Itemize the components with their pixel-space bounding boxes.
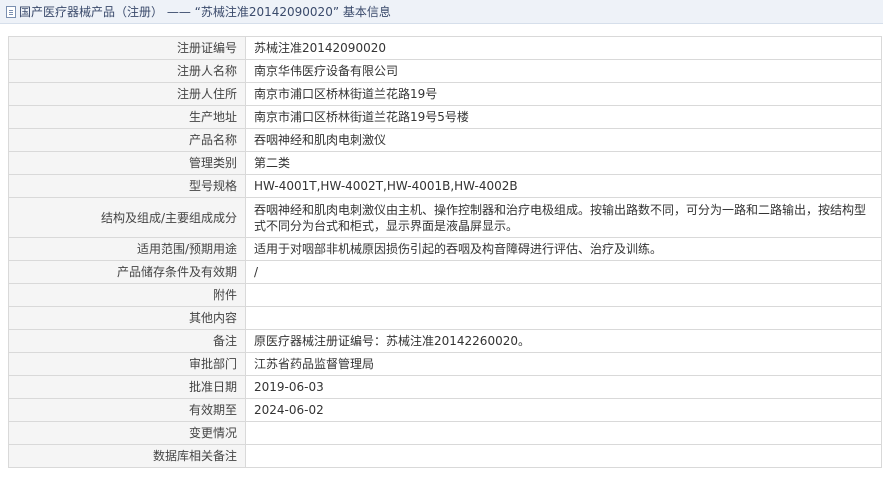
field-label: 审批部门 bbox=[8, 352, 246, 376]
field-value: 2019-06-03 bbox=[245, 375, 882, 399]
page-header: 国产医疗器械产品（注册） —— “苏械注准20142090020” 基本信息 bbox=[0, 0, 883, 24]
field-value: / bbox=[245, 260, 882, 284]
field-label: 变更情况 bbox=[8, 421, 246, 445]
field-value: 第二类 bbox=[245, 151, 882, 175]
field-label: 备注 bbox=[8, 329, 246, 353]
field-value: 苏械注准20142090020 bbox=[245, 36, 882, 60]
table-row: 注册证编号 苏械注准20142090020 bbox=[8, 36, 882, 60]
table-row: 注册人名称 南京华伟医疗设备有限公司 bbox=[8, 59, 882, 83]
field-label: 产品名称 bbox=[8, 128, 246, 152]
field-label: 注册证编号 bbox=[8, 36, 246, 60]
table-row: 生产地址 南京市浦口区桥林街道兰花路19号5号楼 bbox=[8, 105, 882, 129]
table-row: 结构及组成/主要组成成分 吞咽神经和肌肉电刺激仪由主机、操作控制器和治疗电极组成… bbox=[8, 197, 882, 238]
field-label: 结构及组成/主要组成成分 bbox=[8, 197, 246, 238]
table-row: 适用范围/预期用途 适用于对咽部非机械原因损伤引起的吞咽及构音障碍进行评估、治疗… bbox=[8, 237, 882, 261]
table-row: 审批部门 江苏省药品监督管理局 bbox=[8, 352, 882, 376]
field-value: 吞咽神经和肌肉电刺激仪 bbox=[245, 128, 882, 152]
table-row: 批准日期 2019-06-03 bbox=[8, 375, 882, 399]
table-row: 有效期至 2024-06-02 bbox=[8, 398, 882, 422]
field-label: 批准日期 bbox=[8, 375, 246, 399]
table-row: 产品名称 吞咽神经和肌肉电刺激仪 bbox=[8, 128, 882, 152]
field-label: 产品储存条件及有效期 bbox=[8, 260, 246, 284]
table-row: 备注 原医疗器械注册证编号：苏械注准20142260020。 bbox=[8, 329, 882, 353]
field-label: 有效期至 bbox=[8, 398, 246, 422]
field-value: 南京市浦口区桥林街道兰花路19号 bbox=[245, 82, 882, 106]
document-icon bbox=[6, 5, 16, 18]
field-value: 2024-06-02 bbox=[245, 398, 882, 422]
field-value: 吞咽神经和肌肉电刺激仪由主机、操作控制器和治疗电极组成。按输出路数不同，可分为一… bbox=[245, 197, 882, 238]
field-value: 南京市浦口区桥林街道兰花路19号5号楼 bbox=[245, 105, 882, 129]
table-row: 附件 bbox=[8, 283, 882, 307]
field-value bbox=[245, 306, 882, 330]
field-value bbox=[245, 283, 882, 307]
field-value bbox=[245, 444, 882, 468]
field-label: 型号规格 bbox=[8, 174, 246, 198]
field-value: 江苏省药品监督管理局 bbox=[245, 352, 882, 376]
field-label: 注册人住所 bbox=[8, 82, 246, 106]
field-label: 其他内容 bbox=[8, 306, 246, 330]
field-value: 适用于对咽部非机械原因损伤引起的吞咽及构音障碍进行评估、治疗及训练。 bbox=[245, 237, 882, 261]
field-value bbox=[245, 421, 882, 445]
table-row: 数据库相关备注 bbox=[8, 444, 882, 468]
field-label: 适用范围/预期用途 bbox=[8, 237, 246, 261]
table-row: 管理类别 第二类 bbox=[8, 151, 882, 175]
field-label: 管理类别 bbox=[8, 151, 246, 175]
field-label: 附件 bbox=[8, 283, 246, 307]
table-row: 型号规格 HW-4001T,HW-4002T,HW-4001B,HW-4002B bbox=[8, 174, 882, 198]
field-value: 原医疗器械注册证编号：苏械注准20142260020。 bbox=[245, 329, 882, 353]
table-row: 注册人住所 南京市浦口区桥林街道兰花路19号 bbox=[8, 82, 882, 106]
field-label: 生产地址 bbox=[8, 105, 246, 129]
field-value: HW-4001T,HW-4002T,HW-4001B,HW-4002B bbox=[245, 174, 882, 198]
field-label: 注册人名称 bbox=[8, 59, 246, 83]
table-row: 变更情况 bbox=[8, 421, 882, 445]
info-table: 注册证编号 苏械注准20142090020 注册人名称 南京华伟医疗设备有限公司… bbox=[8, 36, 882, 468]
table-row: 其他内容 bbox=[8, 306, 882, 330]
page-title: 国产医疗器械产品（注册） —— “苏械注准20142090020” 基本信息 bbox=[19, 5, 391, 19]
field-label: 数据库相关备注 bbox=[8, 444, 246, 468]
table-row: 产品储存条件及有效期 / bbox=[8, 260, 882, 284]
field-value: 南京华伟医疗设备有限公司 bbox=[245, 59, 882, 83]
